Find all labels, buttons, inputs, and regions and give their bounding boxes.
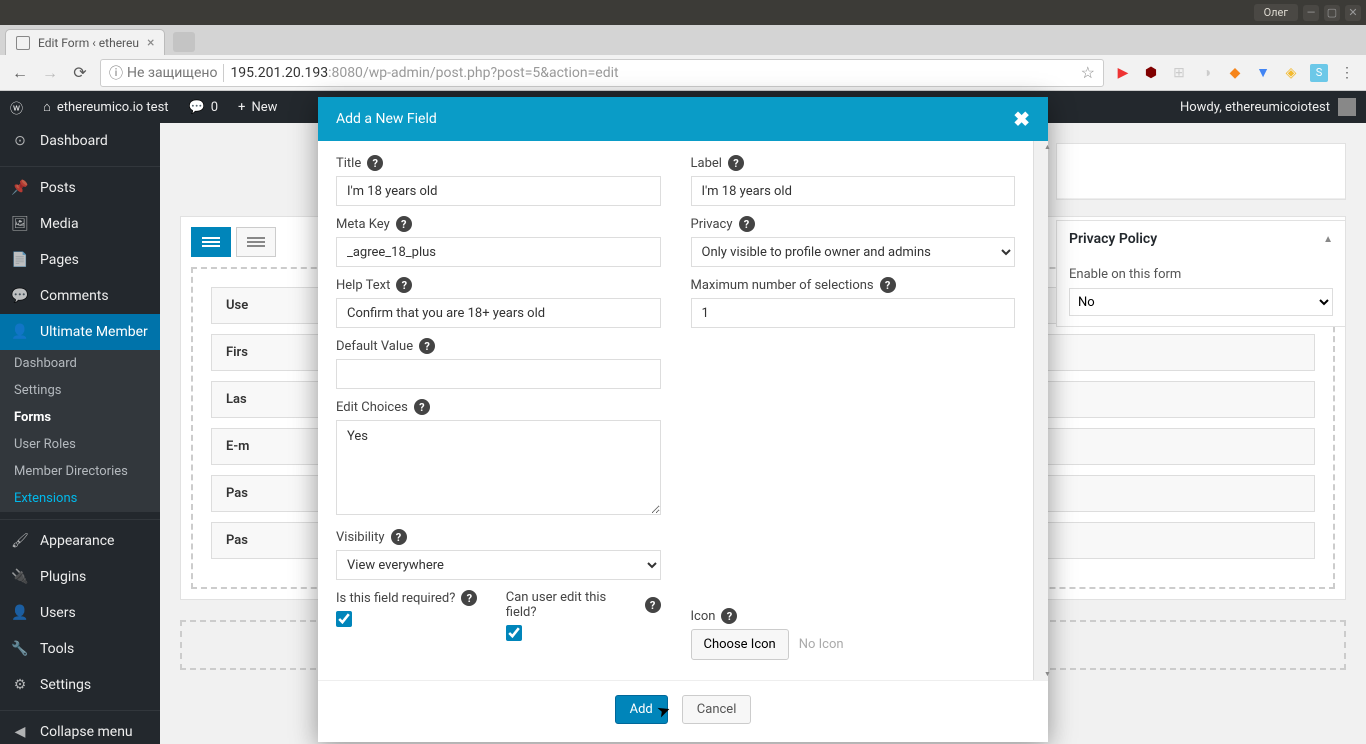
field-privacy-label: Privacy [691,217,733,232]
add-field-modal: Add a New Field ✖ Title? Meta Key? Help … [318,97,1048,742]
scroll-up-icon[interactable]: ▲ [1044,143,1051,151]
help-icon[interactable]: ? [880,277,896,293]
no-icon-text: No Icon [799,637,844,652]
field-help-label: Help Text [336,278,390,293]
help-icon[interactable]: ? [396,277,412,293]
field-help-input[interactable] [336,298,661,328]
help-icon[interactable]: ? [461,590,477,606]
field-default-label: Default Value [336,339,413,354]
field-maxsel-label: Maximum number of selections [691,278,874,293]
field-choices-label: Edit Choices [336,400,408,415]
modal-title: Add a New Field [336,111,437,127]
modal-backdrop: Add a New Field ✖ Title? Meta Key? Help … [0,0,1366,744]
add-button[interactable]: Add [615,695,668,724]
field-metakey-input[interactable] [336,237,661,267]
cancel-button[interactable]: Cancel [682,695,752,724]
modal-close-icon[interactable]: ✖ [1013,107,1030,131]
help-icon[interactable]: ? [739,216,755,232]
choose-icon-button[interactable]: Choose Icon [691,629,789,660]
modal-body: Title? Meta Key? Help Text? Default Valu… [318,141,1033,680]
help-icon[interactable]: ? [414,399,430,415]
help-icon[interactable]: ? [396,216,412,232]
field-default-input[interactable] [336,359,661,389]
field-label-label: Label [691,156,722,171]
help-icon[interactable]: ? [645,597,661,613]
field-title-input[interactable] [336,176,661,206]
field-choices-textarea[interactable] [336,420,661,515]
help-icon[interactable]: ? [391,529,407,545]
field-privacy-select[interactable]: Only visible to profile owner and admins [691,237,1016,267]
field-metakey-label: Meta Key [336,217,390,232]
field-visibility-select[interactable]: View everywhere [336,550,661,580]
modal-footer: Add Cancel [318,680,1048,742]
field-label-input[interactable] [691,176,1016,206]
field-editable-label: Can user edit this field? [506,590,639,620]
field-icon-label: Icon [691,609,716,624]
scroll-down-icon[interactable]: ▼ [1044,670,1051,678]
help-icon[interactable]: ? [721,608,737,624]
help-icon[interactable]: ? [367,155,383,171]
field-maxsel-input[interactable] [691,298,1016,328]
help-icon[interactable]: ? [728,155,744,171]
field-title-label: Title [336,156,361,171]
field-required-label: Is this field required? [336,591,455,606]
field-editable-checkbox[interactable] [506,625,522,641]
field-visibility-label: Visibility [336,530,385,545]
modal-header: Add a New Field ✖ [318,97,1048,141]
modal-scrollbar[interactable]: ▲ ▼ [1033,141,1048,680]
field-required-checkbox[interactable] [336,611,352,627]
help-icon[interactable]: ? [419,338,435,354]
